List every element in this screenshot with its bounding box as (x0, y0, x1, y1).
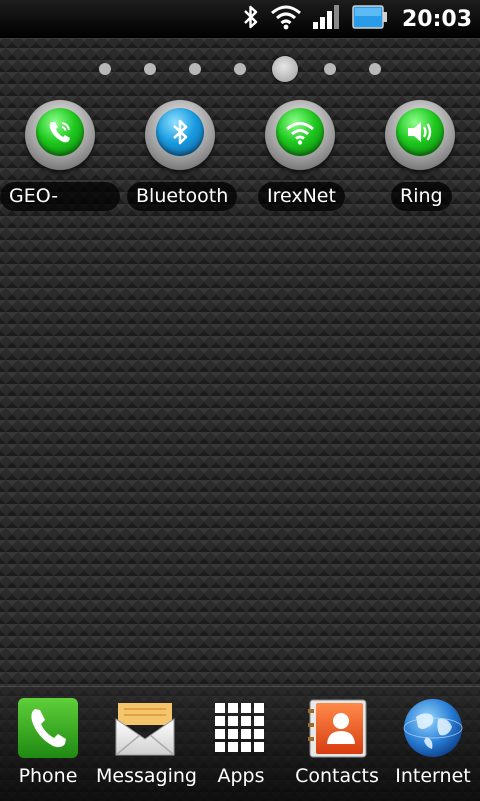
toggle-irexnet[interactable]: IrexNet (240, 100, 360, 220)
contacts-icon (306, 697, 368, 759)
toggle-bluetooth-button[interactable] (145, 100, 215, 170)
phone-icon (17, 697, 79, 759)
battery-icon (352, 4, 388, 34)
status-icons: 20:03 (242, 0, 472, 38)
wifi-icon (276, 108, 324, 156)
toggle-bluetooth[interactable]: Bluetooth (120, 100, 240, 220)
page-dot-7[interactable] (369, 63, 381, 75)
app-grid-icon (210, 697, 272, 759)
dock: Phone Messaging Apps Contacts Internet (0, 686, 480, 801)
dock-apps-label: Apps (217, 765, 265, 787)
speaker-icon (396, 108, 444, 156)
signal-icon (312, 4, 342, 34)
page-indicator[interactable] (0, 50, 480, 88)
page-dot-1[interactable] (99, 63, 111, 75)
toggle-ring-button[interactable] (385, 100, 455, 170)
toggle-geo-button[interactable] (25, 100, 95, 170)
page-dot-4[interactable] (234, 63, 246, 75)
page-dot-2[interactable] (144, 63, 156, 75)
dock-messaging[interactable]: Messaging (96, 687, 197, 801)
clock: 20:03 (401, 6, 472, 32)
toggle-irexnet-button[interactable] (265, 100, 335, 170)
toggle-irexnet-label: IrexNet (258, 182, 345, 211)
envelope-icon (114, 697, 176, 759)
page-dot-3[interactable] (189, 63, 201, 75)
dock-apps[interactable]: Apps (200, 687, 282, 801)
toggle-geo-label: GEO- (0, 182, 120, 211)
dock-contacts-label: Contacts (295, 765, 379, 787)
wifi-icon (270, 4, 302, 34)
bluetooth-icon (242, 4, 260, 34)
globe-icon (402, 697, 464, 759)
dock-contacts[interactable]: Contacts (292, 687, 382, 801)
status-bar[interactable]: 20:03 (0, 0, 480, 39)
toggle-geo[interactable]: GEO- (0, 100, 120, 220)
toggle-bluetooth-label: Bluetooth (127, 182, 238, 211)
toggle-ring-label: Ring (391, 182, 452, 211)
dock-phone[interactable]: Phone (4, 687, 92, 801)
dock-internet-label: Internet (395, 765, 471, 787)
dock-messaging-label: Messaging (96, 765, 197, 787)
toggle-ring[interactable]: Ring (360, 100, 480, 220)
page-dot-5-active[interactable] (272, 56, 298, 82)
bluetooth-icon (156, 108, 204, 156)
phone-icon (36, 108, 84, 156)
page-dot-6[interactable] (324, 63, 336, 75)
dock-phone-label: Phone (18, 765, 78, 787)
dock-internet[interactable]: Internet (390, 687, 476, 801)
